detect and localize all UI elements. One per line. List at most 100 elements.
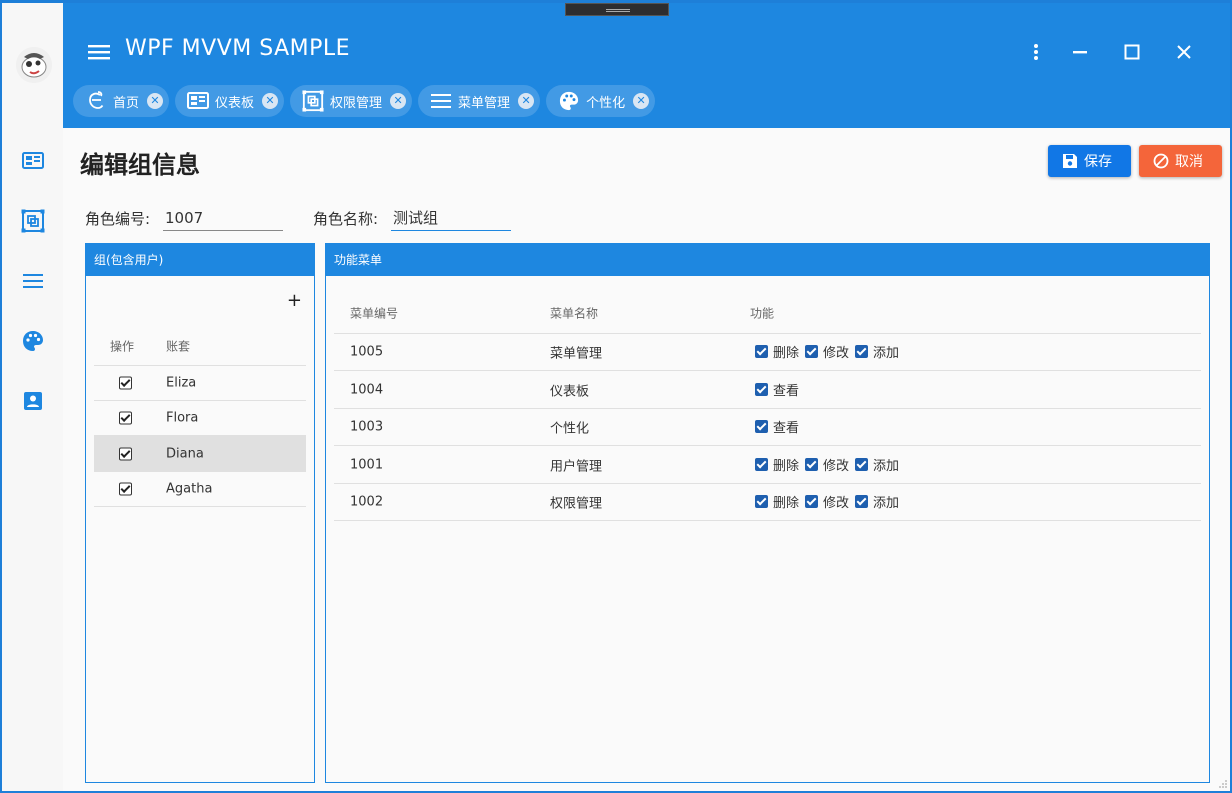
table-row-selected[interactable]: Diana	[94, 436, 306, 472]
checkbox-icon	[755, 382, 768, 396]
table-row[interactable]: 1002 权限管理 删除 修改 添加	[334, 484, 1201, 521]
perm-delete-checkbox[interactable]: 删除	[755, 342, 799, 361]
group-panel: 组(包含用户) + 操作 账套 Eliza Flora Diana Agatha	[85, 243, 315, 783]
group-panel-title: 组(包含用户)	[86, 244, 314, 276]
tab-close-icon[interactable]: ✕	[390, 93, 407, 109]
tab-permissions[interactable]: 权限管理 ✕	[290, 85, 413, 117]
tab-label: 权限管理	[330, 95, 383, 111]
checkbox-icon	[755, 345, 768, 358]
sidebar-item-menu[interactable]	[20, 268, 46, 294]
header-bar: WPF MVVM SAMPLE 首页 ✕ 仪表板 ✕ 权限管理 ✕ 菜单管理 ✕…	[63, 3, 1230, 128]
column-header-menu-name: 菜单名称	[550, 306, 599, 320]
app-title: WPF MVVM SAMPLE	[125, 36, 351, 61]
table-row[interactable]: 1004 仪表板 查看	[334, 371, 1201, 409]
perm-delete-checkbox[interactable]: 删除	[755, 455, 799, 474]
menu-id: 1001	[350, 457, 384, 472]
tab-label: 首页	[113, 95, 140, 111]
resize-grip-icon[interactable]	[1218, 779, 1228, 789]
perm-view-checkbox[interactable]: 查看	[755, 417, 799, 436]
column-header-menu-id: 菜单编号	[350, 306, 399, 320]
tab-dashboard[interactable]: 仪表板 ✕	[175, 85, 285, 117]
tab-close-icon[interactable]: ✕	[147, 93, 164, 109]
avatar[interactable]	[16, 47, 52, 83]
menu-name: 个性化	[550, 421, 590, 437]
tab-personalize[interactable]: 个性化 ✕	[546, 85, 656, 117]
perm-edit-checkbox[interactable]: 修改	[805, 492, 849, 511]
checkbox-icon	[755, 457, 768, 471]
tab-close-icon[interactable]: ✕	[633, 93, 650, 109]
menu-id: 1002	[350, 494, 384, 510]
tab-home[interactable]: 首页 ✕	[73, 85, 170, 117]
role-id-label: 角色编号:	[85, 210, 151, 228]
tab-close-icon[interactable]: ✕	[518, 93, 535, 109]
menu-name: 菜单管理	[550, 346, 603, 362]
minimize-icon	[1073, 51, 1087, 54]
sidebar-item-dashboard[interactable]	[20, 148, 46, 174]
minimize-button[interactable]	[1067, 39, 1093, 65]
menu-panel-title: 功能菜单	[326, 244, 1209, 276]
account-box-icon	[24, 392, 42, 410]
select-icon	[302, 90, 324, 112]
table-row[interactable]: 1005 菜单管理 删除 修改 添加	[334, 334, 1201, 371]
cancel-button[interactable]: 取消	[1139, 145, 1222, 177]
maximize-icon	[1124, 44, 1140, 60]
checkbox-icon	[755, 420, 768, 433]
user-name: Flora	[166, 410, 199, 426]
tab-strip: 首页 ✕ 仪表板 ✕ 权限管理 ✕ 菜单管理 ✕ 个性化 ✕	[73, 85, 656, 117]
sidebar	[2, 3, 63, 791]
checkbox-icon	[805, 345, 819, 358]
more-options-button[interactable]	[1023, 39, 1049, 65]
tab-close-icon[interactable]: ✕	[262, 93, 279, 109]
group-table-header: 操作 账套	[94, 326, 306, 366]
tab-label: 个性化	[586, 95, 626, 111]
tab-label: 菜单管理	[458, 95, 511, 111]
maximize-button[interactable]	[1119, 39, 1145, 65]
table-row[interactable]: Agatha	[94, 472, 306, 507]
hamburger-menu-button[interactable]	[87, 40, 111, 64]
menu-table-header: 菜单编号 菜单名称 功能	[334, 292, 1201, 334]
sidebar-item-permissions[interactable]	[20, 208, 46, 234]
perm-add-checkbox[interactable]: 添加	[855, 342, 899, 361]
perm-delete-checkbox[interactable]: 删除	[755, 492, 799, 511]
checkbox-icon	[755, 495, 768, 508]
window-drag-handle[interactable]	[565, 3, 669, 16]
menu-id: 1005	[350, 344, 384, 360]
menu-name: 权限管理	[550, 496, 603, 512]
checkbox-icon	[805, 495, 819, 508]
tab-menu-management[interactable]: 菜单管理 ✕	[418, 85, 541, 117]
perm-view-checkbox[interactable]: 查看	[755, 380, 799, 399]
user-checkbox[interactable]	[119, 411, 132, 425]
perm-edit-checkbox[interactable]: 修改	[805, 455, 849, 474]
save-icon	[1063, 154, 1077, 168]
role-name-label: 角色名称:	[313, 210, 379, 228]
dashboard-icon	[187, 90, 210, 112]
close-icon	[1177, 45, 1191, 59]
user-checkbox[interactable]	[119, 447, 132, 460]
perm-edit-checkbox[interactable]: 修改	[805, 342, 849, 361]
table-row[interactable]: 1001 用户管理 删除 修改 添加	[334, 446, 1201, 484]
menu-name: 用户管理	[550, 459, 603, 474]
perm-add-checkbox[interactable]: 添加	[855, 492, 899, 511]
close-button[interactable]	[1171, 39, 1197, 65]
user-name: Eliza	[166, 375, 197, 391]
save-button[interactable]: 保存	[1048, 145, 1131, 177]
role-id-field[interactable]	[163, 205, 283, 231]
table-row[interactable]: 1003 个性化 查看	[334, 409, 1201, 446]
user-checkbox[interactable]	[119, 376, 132, 390]
table-row[interactable]: Flora	[94, 401, 306, 436]
checkbox-icon	[805, 457, 819, 471]
palette-icon	[23, 331, 43, 351]
user-checkbox[interactable]	[119, 482, 132, 496]
column-header-account: 账套	[166, 339, 191, 353]
menu-icon	[88, 45, 110, 60]
page-title: 编辑组信息	[80, 151, 200, 179]
add-user-button[interactable]: +	[287, 290, 302, 311]
sidebar-item-personalize[interactable]	[20, 328, 46, 354]
checkbox-icon	[855, 495, 869, 508]
user-name: Agatha	[166, 481, 213, 497]
table-row[interactable]: Eliza	[94, 366, 306, 401]
sidebar-item-account[interactable]	[20, 388, 46, 414]
role-name-field[interactable]	[391, 205, 511, 231]
cancel-label: 取消	[1175, 154, 1203, 170]
perm-add-checkbox[interactable]: 添加	[855, 455, 899, 474]
